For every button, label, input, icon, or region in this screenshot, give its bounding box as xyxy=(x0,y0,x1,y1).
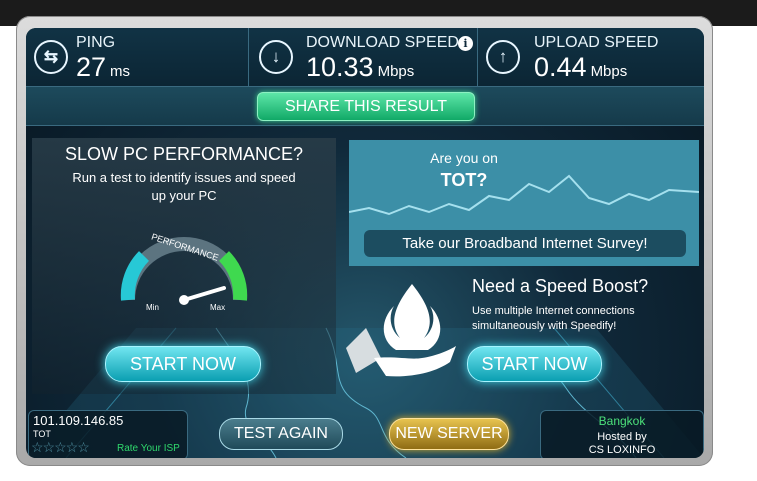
info-icon[interactable]: i xyxy=(458,36,473,51)
ping-label: PING xyxy=(76,34,116,51)
promo-title: SLOW PC PERFORMANCE? xyxy=(64,144,304,164)
down-arrow-icon: ↓ xyxy=(259,40,293,74)
isp-rating-stars[interactable]: ☆☆☆☆☆ xyxy=(31,439,90,456)
ping-stat: ⇆ PING 27 ms xyxy=(26,28,248,86)
server-city: Bangkok xyxy=(598,414,646,428)
promo-subtitle: Run a test to identify issues and speed … xyxy=(72,170,296,203)
isp-name: TOT xyxy=(33,429,51,439)
new-server-button[interactable]: NEW SERVER xyxy=(389,418,509,450)
gauge-max: Max xyxy=(210,303,225,312)
gauge-min: Min xyxy=(146,303,159,312)
results-bar: ⇆ PING 27 ms ↓ DOWNLOAD SPEED i 10.33 Mbps… xyxy=(26,28,704,87)
boost-subtitle: Use multiple Internet connections simult… xyxy=(472,305,635,332)
survey-button[interactable]: Take our Broadband Internet Survey! xyxy=(364,230,686,257)
download-label: DOWNLOAD SPEED xyxy=(306,34,459,51)
upload-value: 0.44 Mbps xyxy=(534,52,628,82)
test-again-button[interactable]: TEST AGAIN xyxy=(219,418,343,450)
flame-hand-icon xyxy=(374,284,456,377)
speedtest-stage: ⇆ PING 27 ms ↓ DOWNLOAD SPEED i 10.33 Mbps… xyxy=(26,28,704,458)
rate-isp-link[interactable]: Rate Your ISP xyxy=(117,443,180,454)
download-stat: ↓ DOWNLOAD SPEED i 10.33 Mbps xyxy=(249,28,477,86)
server-info: Bangkok Hosted by CS LOXINFO xyxy=(540,410,704,458)
upload-label: UPLOAD SPEED xyxy=(534,34,659,51)
upload-stat: ↑ UPLOAD SPEED 0.44 Mbps xyxy=(478,28,704,86)
pc-start-now-button[interactable]: START NOW xyxy=(105,346,261,382)
hosted-by-label: Hosted by xyxy=(597,431,647,443)
survey-isp: TOT? xyxy=(440,170,488,190)
up-arrow-icon: ↑ xyxy=(486,40,520,74)
client-info: 101.109.146.85 TOT ☆☆☆☆☆ Rate Your ISP xyxy=(28,410,188,458)
boost-title: Need a Speed Boost? xyxy=(472,276,649,296)
isp-survey-promo: Are you on TOT? Take our Broadband Inter… xyxy=(349,140,699,266)
boost-start-now-button[interactable]: START NOW xyxy=(467,346,602,382)
exchange-arrows-icon: ⇆ xyxy=(34,40,68,74)
share-result-button[interactable]: SHARE THIS RESULT xyxy=(257,92,475,121)
ip-address: 101.109.146.85 xyxy=(33,413,124,428)
host-name: CS LOXINFO xyxy=(588,444,656,456)
survey-question: Are you on xyxy=(430,150,498,166)
share-bar: SHARE THIS RESULT xyxy=(26,87,704,126)
download-value: 10.33 Mbps xyxy=(306,52,415,82)
ping-value: 27 ms xyxy=(76,52,131,82)
performance-gauge: PERFORMANCE Min Max xyxy=(120,232,248,312)
